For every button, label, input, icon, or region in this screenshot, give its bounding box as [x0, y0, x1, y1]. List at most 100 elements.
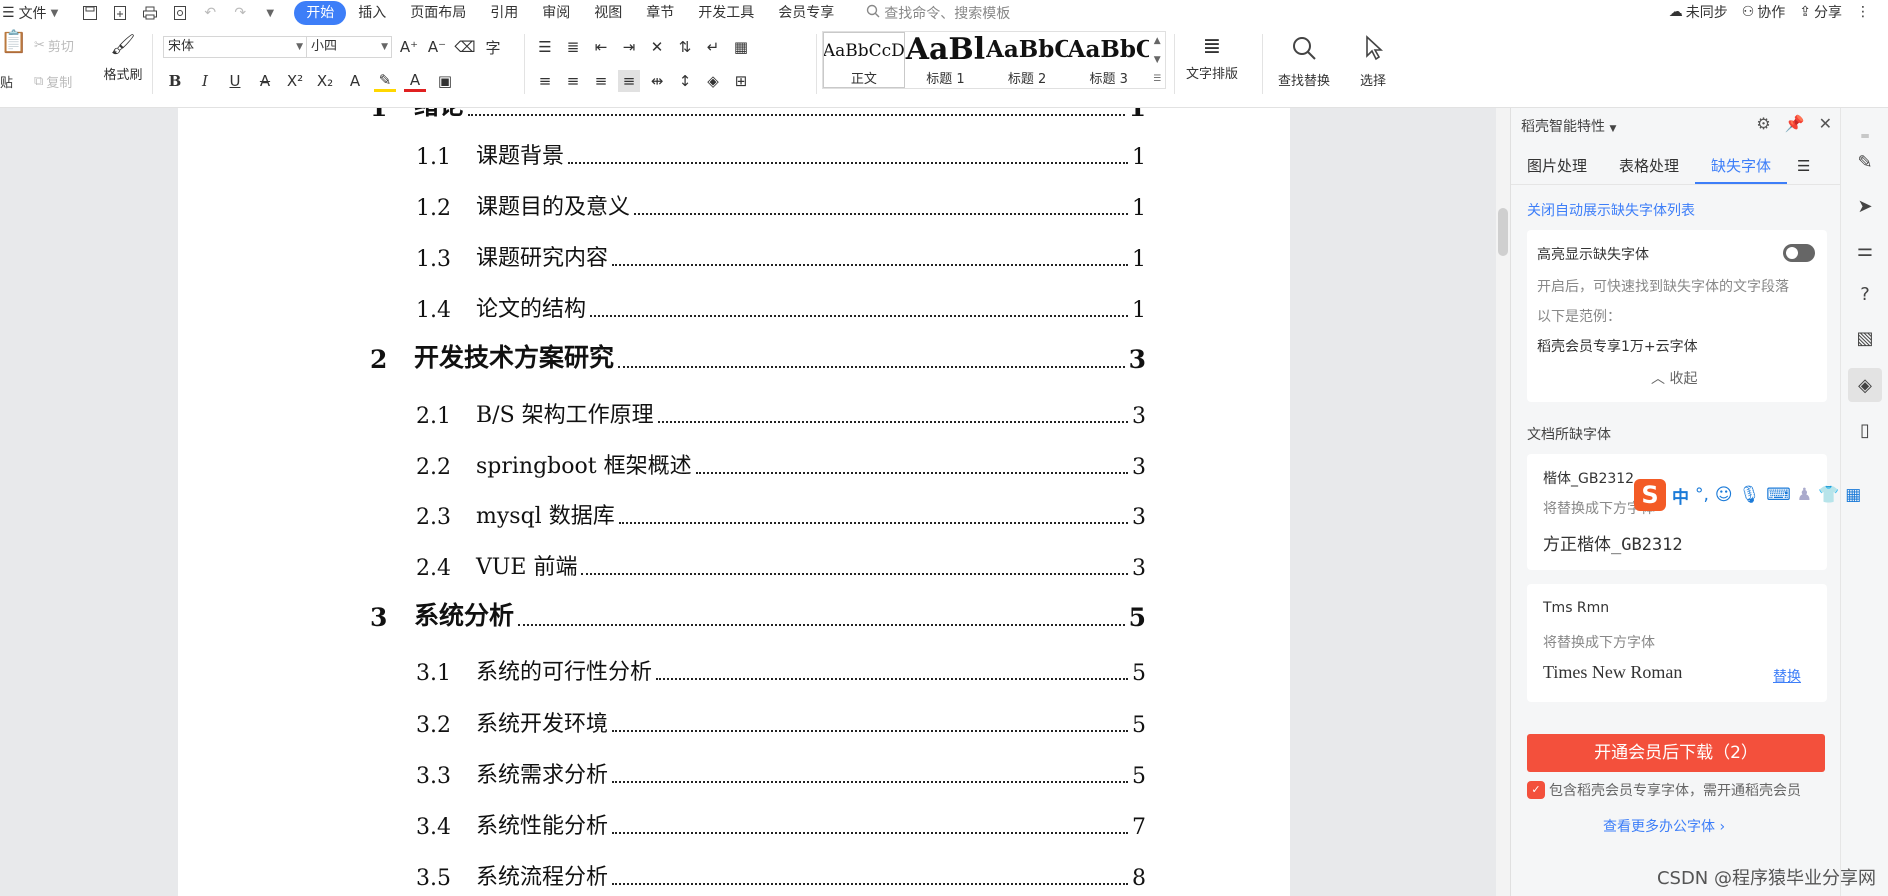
scrollbar-thumb[interactable]: [1498, 208, 1508, 256]
share-button[interactable]: ⇪ 分享: [1799, 2, 1842, 22]
sidebar-handle-icon[interactable]: ═: [1853, 124, 1877, 148]
chevron-down-icon[interactable]: ▼: [1154, 55, 1161, 65]
table-borders-icon[interactable]: ▦: [730, 36, 752, 58]
text-layout-button[interactable]: ≣ 文字排版: [1186, 34, 1238, 82]
shading-icon[interactable]: ◈: [702, 70, 724, 92]
grid-icon[interactable]: ▦: [1845, 485, 1861, 505]
menu-icon[interactable]: ☰: [1797, 157, 1810, 175]
smart-features-icon[interactable]: ◈: [1848, 368, 1882, 402]
toc-entry[interactable]: 3 系统分析 5: [370, 596, 1146, 632]
style-gallery-scroll[interactable]: ▲ ▼ ☰: [1149, 32, 1165, 88]
borders-icon[interactable]: ⊞: [730, 70, 752, 92]
toc-entry[interactable]: 3.3 系统需求分析 5: [416, 753, 1146, 789]
cut-button[interactable]: ✂ 剪切: [34, 36, 74, 55]
align-right-icon[interactable]: ≡: [590, 70, 612, 92]
undo-icon[interactable]: ↶: [200, 3, 220, 23]
align-left-icon[interactable]: ≡: [534, 70, 556, 92]
toc-entry[interactable]: 1.1 课题背景 1: [416, 134, 1146, 170]
keyboard-icon[interactable]: ⌨: [1766, 485, 1791, 505]
pen-icon[interactable]: ✎: [1853, 150, 1877, 174]
close-auto-show-link[interactable]: 关闭自动展示缺失字体列表: [1527, 200, 1695, 220]
collaborate-button[interactable]: ⚇ 协作: [1742, 2, 1786, 22]
format-painter-button[interactable]: 🖌 格式刷: [100, 32, 146, 83]
more-fonts-link[interactable]: 查看更多办公字体 ›: [1603, 816, 1725, 836]
print-preview-icon[interactable]: [170, 3, 190, 23]
show-marks-icon[interactable]: ↵: [702, 36, 724, 58]
command-search[interactable]: 查找命令、搜索模板: [866, 3, 1010, 23]
toc-entry[interactable]: 1.3 课题研究内容 1: [416, 236, 1146, 272]
emoji-icon[interactable]: ☺: [1715, 485, 1733, 505]
tab-member[interactable]: 会员专享: [766, 1, 846, 25]
more-icon[interactable]: ⋮: [1856, 4, 1870, 20]
document-scrollbar[interactable]: [1496, 108, 1510, 896]
tab-chapter[interactable]: 章节: [634, 1, 686, 25]
help-icon[interactable]: ?: [1853, 282, 1877, 306]
style-heading-3[interactable]: AaBbC 标题 3: [1068, 32, 1150, 88]
subscript-icon[interactable]: X₂: [314, 70, 336, 92]
find-replace-button[interactable]: 查找替换: [1278, 34, 1330, 89]
tab-review[interactable]: 审阅: [530, 1, 582, 25]
sliders-icon[interactable]: ⚌: [1853, 238, 1877, 262]
save-icon[interactable]: [80, 3, 100, 23]
print-icon[interactable]: [140, 3, 160, 23]
underline-icon[interactable]: U: [224, 70, 246, 92]
book-icon[interactable]: ▯: [1853, 418, 1877, 442]
microphone-icon[interactable]: 🎙: [1739, 485, 1761, 505]
sogou-logo-icon[interactable]: S: [1634, 479, 1666, 511]
panel-title[interactable]: 稻壳智能特性 ▼: [1521, 116, 1616, 136]
toc-entry[interactable]: 1.2 课题目的及意义 1: [416, 185, 1146, 221]
user-icon[interactable]: ♟: [1797, 485, 1812, 505]
collapse-button[interactable]: ︿ 收起: [1651, 368, 1697, 388]
document-canvas[interactable]: 1绪论1 1.1课题背景1 1.2课题目的及意义1 1.3课题研究内容1 1.4论文的结…: [0, 108, 1498, 896]
toc-entry[interactable]: 2 开发技术方案研究 3: [370, 338, 1146, 374]
document-page[interactable]: 1绪论1 1.1课题背景1 1.2课题目的及意义1 1.3课题研究内容1 1.4论文的结…: [178, 108, 1290, 896]
bold-icon[interactable]: B: [164, 70, 186, 92]
tab-page-layout[interactable]: 页面布局: [398, 1, 478, 25]
toc-entry[interactable]: 3.4 系统性能分析 7: [416, 804, 1146, 840]
cursor-icon[interactable]: ➤: [1853, 194, 1877, 218]
download-after-membership-button[interactable]: 开通会员后下载（2）: [1527, 734, 1825, 772]
tab-developer[interactable]: 开发工具: [686, 1, 766, 25]
decrease-indent-icon[interactable]: ⇤: [590, 36, 612, 58]
bullets-icon[interactable]: ☰: [534, 36, 556, 58]
font-color-icon[interactable]: A: [404, 70, 426, 92]
shrink-font-icon[interactable]: A⁻: [426, 36, 448, 58]
line-spacing-icon[interactable]: ↕: [674, 70, 696, 92]
toc-entry[interactable]: 3.5 系统流程分析 8: [416, 855, 1146, 891]
gear-icon[interactable]: ⚙: [1756, 114, 1770, 133]
skin-icon[interactable]: 👕: [1818, 485, 1839, 505]
pin-icon[interactable]: 📌: [1785, 114, 1805, 133]
italic-icon[interactable]: I: [194, 70, 216, 92]
file-menu[interactable]: ☰ 文件 ▼: [0, 3, 58, 23]
grow-font-icon[interactable]: A⁺: [398, 36, 420, 58]
toc-entry[interactable]: 1.4 论文的结构 1: [416, 287, 1146, 323]
tab-insert[interactable]: 插入: [346, 1, 398, 25]
tab-missing-fonts[interactable]: 缺失字体: [1695, 148, 1788, 184]
strikethrough-icon[interactable]: A: [254, 70, 276, 92]
superscript-icon[interactable]: X²: [284, 70, 306, 92]
char-border-icon[interactable]: ▣: [434, 70, 456, 92]
punctuation-icon[interactable]: °,: [1695, 485, 1709, 505]
toc-entry[interactable]: 3.1 系统的可行性分析 5: [416, 650, 1146, 686]
image-edit-icon[interactable]: ▧: [1853, 326, 1877, 350]
style-heading-1[interactable]: AaBl 标题 1: [905, 32, 987, 88]
toc-entry[interactable]: 2.4 VUE 前端 3: [416, 545, 1146, 581]
increase-indent-icon[interactable]: ⇥: [618, 36, 640, 58]
toc-entry[interactable]: 1绪论1: [370, 108, 1146, 122]
clear-format-icon[interactable]: ⌫: [454, 36, 476, 58]
align-center-icon[interactable]: ≡: [562, 70, 584, 92]
style-normal[interactable]: AaBbCcDd 正文: [823, 32, 905, 88]
phonetic-guide-icon[interactable]: 字: [482, 36, 504, 58]
numbering-icon[interactable]: ≣: [562, 36, 584, 58]
paste-button[interactable]: 📋 贴: [0, 30, 27, 91]
tab-image-processing[interactable]: 图片处理: [1511, 148, 1603, 184]
highlight-icon[interactable]: ✎: [374, 70, 396, 92]
redo-icon[interactable]: ↷: [230, 3, 250, 23]
toc-entry[interactable]: 2.2 springboot 框架概述 3: [416, 444, 1146, 480]
sort-icon[interactable]: ⇅: [674, 36, 696, 58]
tab-view[interactable]: 视图: [582, 1, 634, 25]
tab-home[interactable]: 开始: [294, 1, 347, 25]
toc-entry[interactable]: 3.2 系统开发环境 5: [416, 702, 1146, 738]
toc-entry[interactable]: 2.3 mysql 数据库 3: [416, 494, 1146, 530]
toc-entry[interactable]: 2.1 B/S 架构工作原理 3: [416, 393, 1146, 429]
